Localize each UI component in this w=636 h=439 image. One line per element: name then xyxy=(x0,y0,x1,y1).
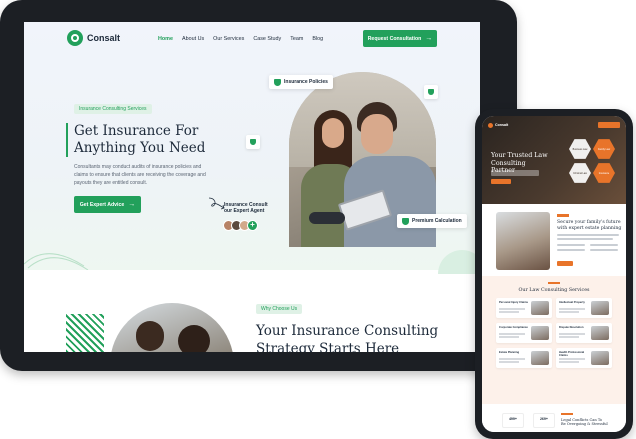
why-choose-tag: Why Choose Us xyxy=(256,304,303,314)
arrow-right-icon: → xyxy=(128,201,136,208)
phone-about-button[interactable] xyxy=(557,261,573,266)
service-card[interactable]: Intellectual Property xyxy=(556,298,612,318)
phone-services-section: Our Law Consulting Services Personal Inj… xyxy=(482,276,626,404)
get-expert-advice-button[interactable]: Get Expert Advice → xyxy=(74,196,141,213)
premium-calculation-label: Premium Calculation xyxy=(412,218,462,224)
phone-bottom-title: Legal Conflicts Can To Be Overgoing & St… xyxy=(561,418,608,427)
phone-hero: Consalt Your Trusted Law Consulting Part… xyxy=(482,116,626,204)
tablet-screen: Consalt Home About Us Our Services Case … xyxy=(24,22,480,352)
service-hexagon[interactable]: Insurance xyxy=(593,163,615,183)
service-card[interactable]: Dispute Resolution xyxy=(556,323,612,343)
plus-icon[interactable]: + xyxy=(247,220,258,231)
nav-our-services[interactable]: Our Services xyxy=(213,36,244,42)
service-hexagon[interactable]: Family Law xyxy=(593,139,615,159)
why-choose-title: Your Insurance Consulting Strategy Start… xyxy=(256,323,439,352)
brand-name: Consalt xyxy=(87,33,121,43)
shield-icon xyxy=(250,139,256,145)
phone-nav: Consalt xyxy=(488,121,620,129)
request-consultation-button[interactable]: Request Consultation → xyxy=(363,30,437,47)
get-expert-advice-label: Get Expert Advice xyxy=(79,201,125,208)
phone-about-photo xyxy=(496,212,550,270)
nav-blog[interactable]: Blog xyxy=(312,36,323,42)
shield-icon xyxy=(428,89,434,95)
agent-avatars: + xyxy=(223,220,258,231)
service-card[interactable]: Health Professional Claims xyxy=(556,348,612,368)
expert-agent-label: Insurance Consult our Expert Agent xyxy=(224,202,268,214)
premium-calculation-chip: Premium Calculation xyxy=(397,214,467,228)
service-card[interactable]: Estate Planning xyxy=(496,348,552,368)
phone-services-title: Our Law Consulting Services xyxy=(518,288,590,293)
stat-counter: 499+ xyxy=(502,413,524,428)
phone-brand-name: Consalt xyxy=(495,123,509,127)
hero-description: Consultants may conduct audits of insura… xyxy=(74,164,206,186)
nav-about-us[interactable]: About Us xyxy=(182,36,204,42)
hero-title: Get Insurance For Anything You Need xyxy=(66,123,226,157)
shield-badge xyxy=(424,85,438,99)
service-hexagon[interactable]: Criminal Law xyxy=(569,163,591,183)
service-card[interactable]: Personal Injury Claims xyxy=(496,298,552,318)
phone-screen: Consalt Your Trusted Law Consulting Part… xyxy=(482,116,626,432)
tablet-frame: Consalt Home About Us Our Services Case … xyxy=(0,0,517,371)
phone-hero-text xyxy=(491,170,539,176)
stat-counter: 269+ xyxy=(533,413,555,428)
decorative-wave xyxy=(24,253,89,270)
nav-team[interactable]: Team xyxy=(290,36,303,42)
mockup-stage: Consalt Home About Us Our Services Case … xyxy=(0,0,636,439)
nav-home[interactable]: Home xyxy=(158,36,173,42)
shield-badge xyxy=(246,135,260,149)
service-card[interactable]: Corporate Compliance xyxy=(496,323,552,343)
phone-about-tag xyxy=(557,214,569,217)
insurance-policies-chip: Insurance Policies xyxy=(269,75,333,89)
decorative-stripes xyxy=(66,314,104,352)
logo-icon xyxy=(67,30,83,46)
phone-logo[interactable]: Consalt xyxy=(488,122,509,128)
shield-icon xyxy=(402,217,409,225)
arrow-right-icon: → xyxy=(425,35,433,42)
main-menu: Home About Us Our Services Case Study Te… xyxy=(158,36,323,42)
insurance-policies-label: Insurance Policies xyxy=(284,79,328,85)
logo-icon xyxy=(488,122,493,128)
why-choose-photo xyxy=(110,303,234,352)
hero-tag: Insurance Consulting Services xyxy=(74,104,152,114)
service-hexagon[interactable]: Business Law xyxy=(569,139,591,159)
phone-frame: Consalt Your Trusted Law Consulting Part… xyxy=(475,109,633,439)
shield-icon xyxy=(274,78,281,86)
phone-about-title: Secure your family's future with expert … xyxy=(557,220,622,231)
top-navigation: Consalt Home About Us Our Services Case … xyxy=(24,22,480,58)
phone-stats-section: 499+ 269+ Legal Conflicts Can To Be Over… xyxy=(482,410,626,432)
phone-cta-button[interactable] xyxy=(598,122,620,128)
nav-case-study[interactable]: Case Study xyxy=(253,36,281,42)
brand-logo[interactable]: Consalt xyxy=(67,30,120,46)
request-consultation-label: Request Consultation xyxy=(367,35,422,42)
phone-hero-button[interactable] xyxy=(491,179,511,184)
